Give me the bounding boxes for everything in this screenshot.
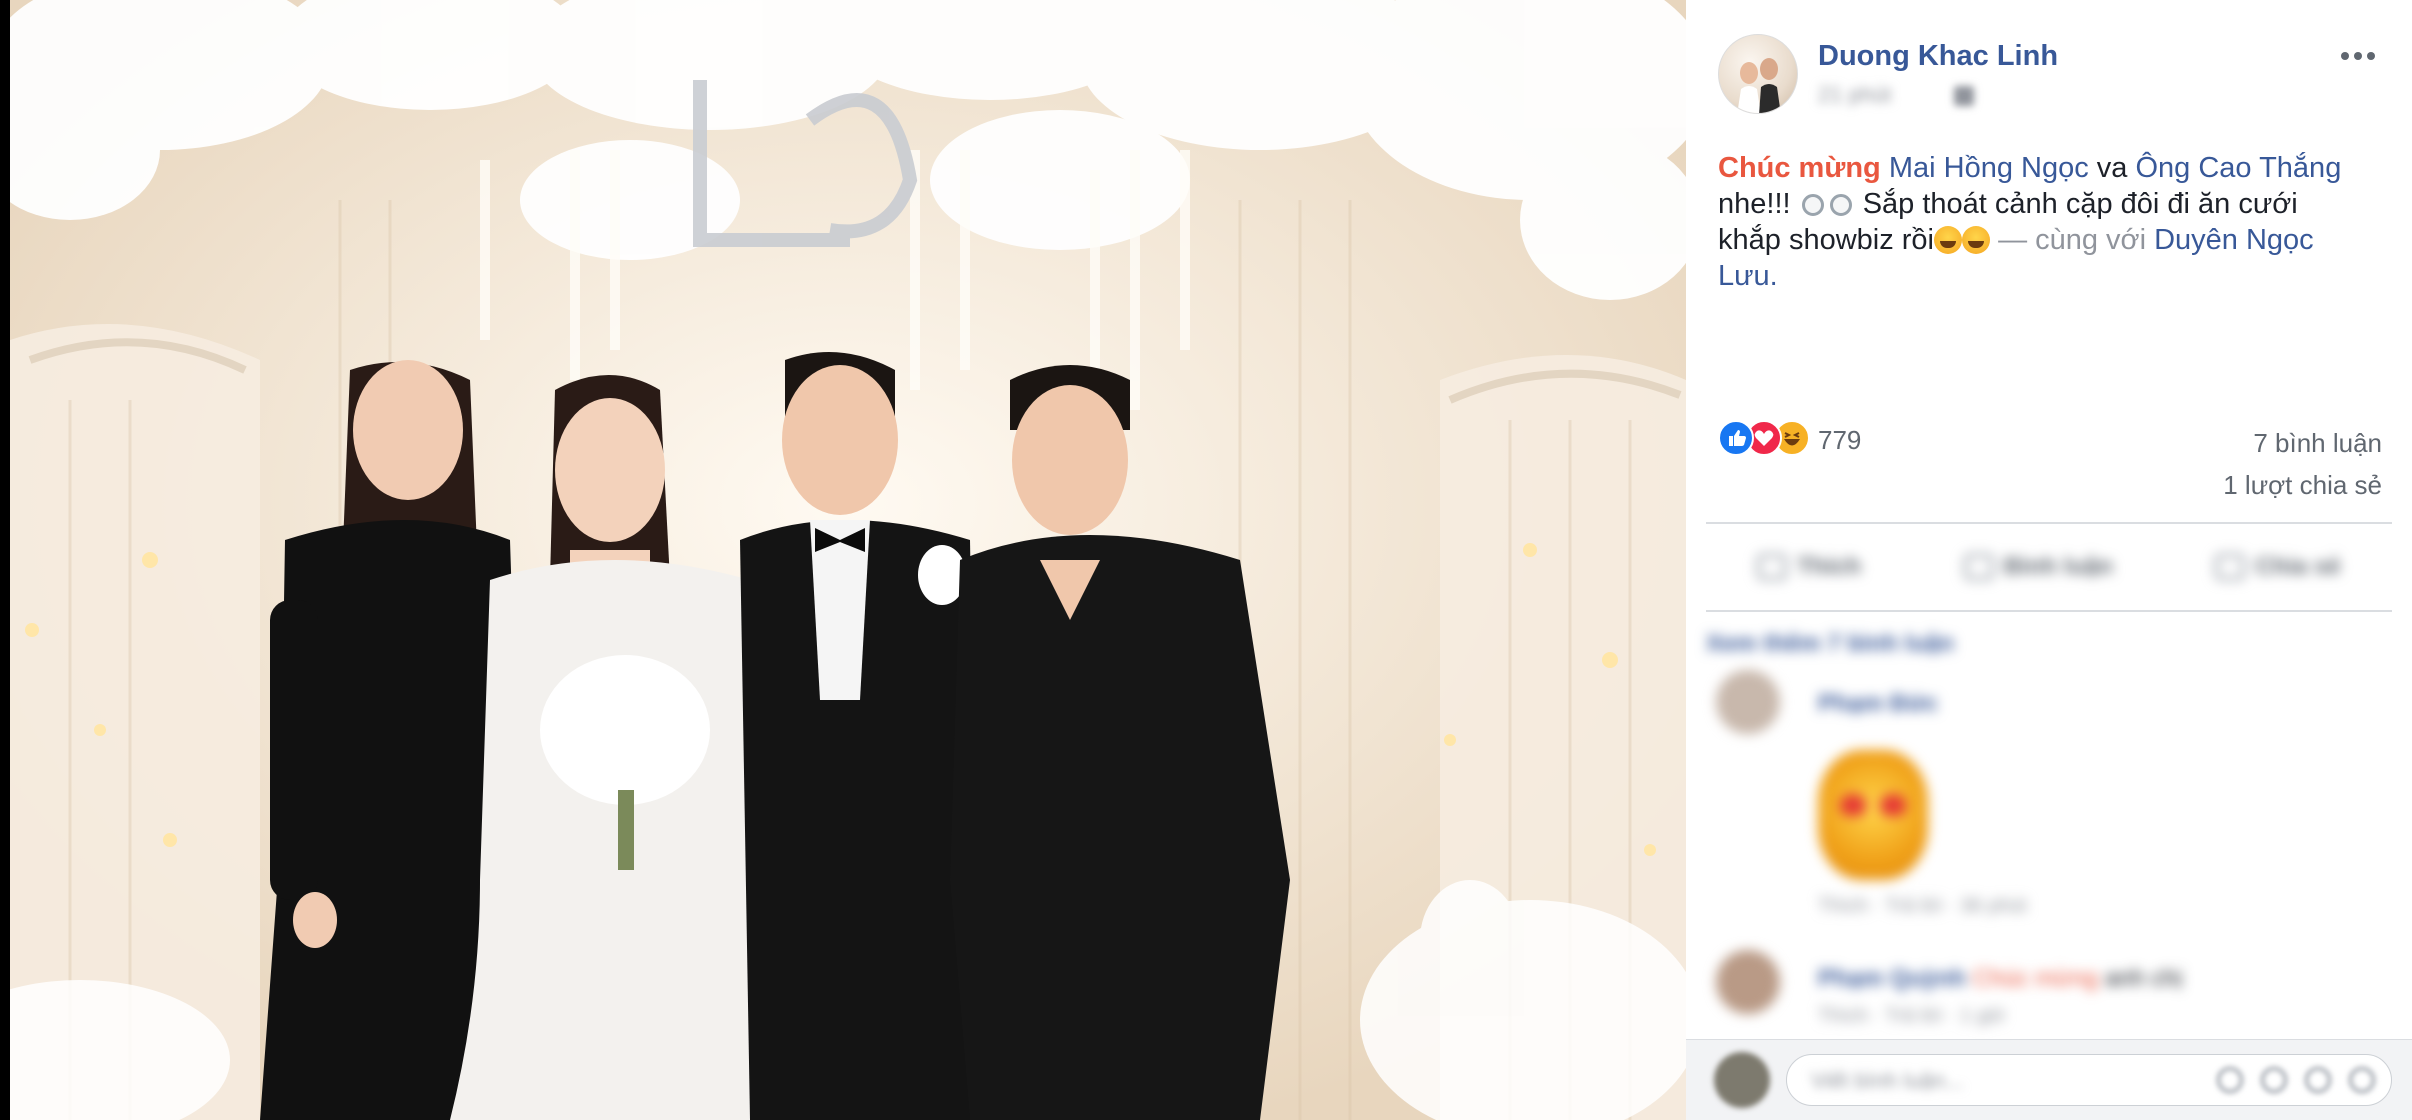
current-user-avatar xyxy=(1714,1052,1770,1108)
with-phrase: — cùng với xyxy=(1998,224,2147,256)
grinning-emoji-icon xyxy=(1962,226,1990,254)
post-photo[interactable] xyxy=(10,0,1686,1120)
commenter-name[interactable]: Phạm Đức xyxy=(1818,690,1938,718)
author-avatar[interactable] xyxy=(1718,34,1798,114)
camera-icon[interactable] xyxy=(2261,1067,2287,1093)
divider xyxy=(1706,610,2392,612)
ring-emoji-icon xyxy=(1829,194,1852,216)
emoji-icon[interactable] xyxy=(2217,1067,2243,1093)
wedding-photo-illustration xyxy=(10,0,1686,1120)
divider xyxy=(1706,522,2392,524)
share-label: Chia sẻ xyxy=(2255,553,2341,580)
post-caption: Chúc mừng Mai Hồng Ngọc va Ông Cao Thắng… xyxy=(1718,150,2378,294)
caption-line3-start: khắp showbiz rồi xyxy=(1718,224,1934,256)
caption-line2-end: Sắp thoát cảnh cặp đôi đi ăn cưới xyxy=(1862,188,2298,220)
comment-body: Phạm Quỳnh Chúc mừng anh chị xyxy=(1818,965,2182,993)
dot-icon xyxy=(2354,52,2362,60)
composer-tools xyxy=(2217,1067,2375,1093)
view-more-comments-link[interactable]: Xem thêm 7 bình luận xyxy=(1706,630,1954,658)
emoji-sticker-icon xyxy=(1818,750,1928,880)
like-label: Thích xyxy=(1797,553,1862,580)
like-reaction-icon xyxy=(1718,420,1754,456)
like-button[interactable]: Thích xyxy=(1757,553,1861,581)
gif-icon[interactable] xyxy=(2305,1067,2331,1093)
ring-emoji-icon xyxy=(1801,194,1824,216)
more-options-button[interactable] xyxy=(2334,36,2382,76)
dot-icon xyxy=(2367,52,2375,60)
dot-icon xyxy=(2341,52,2349,60)
tagged-user-ong-cao-thang[interactable]: Ông Cao Thắng xyxy=(2135,152,2341,184)
tagged-user-mai-hong-ngoc[interactable]: Mai Hồng Ngọc xyxy=(1889,152,2089,184)
post-side-panel: Duong Khac Linh 21 phút Chúc mừng Mai Hồ… xyxy=(1686,0,2412,1120)
congrats-text: Chúc mừng xyxy=(1718,152,1881,184)
share-count[interactable]: 1 lượt chia sẻ xyxy=(1718,470,2382,501)
share-button[interactable]: Chia sẻ xyxy=(2215,553,2341,581)
comment-text: anh chị xyxy=(2104,965,2183,992)
comment-count[interactable]: 7 bình luận xyxy=(2253,428,2382,459)
comment-input-placeholder: Viết bình luận... xyxy=(1811,1068,1964,1093)
comment-highlight: Chúc mừng xyxy=(1972,965,2099,992)
conjunction-text: va xyxy=(2096,152,2128,184)
comment-composer: Viết bình luận... xyxy=(1686,1039,2412,1120)
comment-bubble-icon xyxy=(1963,554,1994,580)
reaction-icons[interactable] xyxy=(1718,420,1828,458)
comment-button[interactable]: Bình luận xyxy=(1963,553,2113,581)
author-name[interactable]: Duong Khac Linh xyxy=(1818,40,2058,73)
comment-input[interactable]: Viết bình luận... xyxy=(1786,1054,2392,1106)
comment-label: Bình luận xyxy=(2003,553,2113,580)
reaction-count[interactable]: 779 xyxy=(1818,425,1861,456)
comment-meta[interactable]: Thích · Trả lời · 1 giờ xyxy=(1818,1005,2005,1028)
reactions-summary: 779 7 bình luận xyxy=(1718,420,2382,460)
thumbs-up-icon xyxy=(1757,554,1788,580)
audience-globe-icon[interactable] xyxy=(1954,86,1974,106)
commenter-name[interactable]: Phạm Quỳnh xyxy=(1818,965,1966,992)
grinning-emoji-icon xyxy=(1934,226,1962,254)
post-action-bar: Thích Bình luận Chia sẻ xyxy=(1706,532,2392,602)
share-arrow-icon xyxy=(2215,554,2246,580)
commenter-avatar[interactable] xyxy=(1716,670,1780,734)
sticker-icon[interactable] xyxy=(2349,1067,2375,1093)
avatar-couple-icon xyxy=(1737,58,1781,113)
post-header: Duong Khac Linh 21 phút xyxy=(1718,34,2382,124)
comment-meta[interactable]: Thích · Trả lời · 36 phút xyxy=(1818,895,2027,918)
caption-line2-start: nhe!!! xyxy=(1718,188,1791,220)
post-timestamp[interactable]: 21 phút xyxy=(1818,82,1891,108)
commenter-avatar[interactable] xyxy=(1716,950,1780,1014)
